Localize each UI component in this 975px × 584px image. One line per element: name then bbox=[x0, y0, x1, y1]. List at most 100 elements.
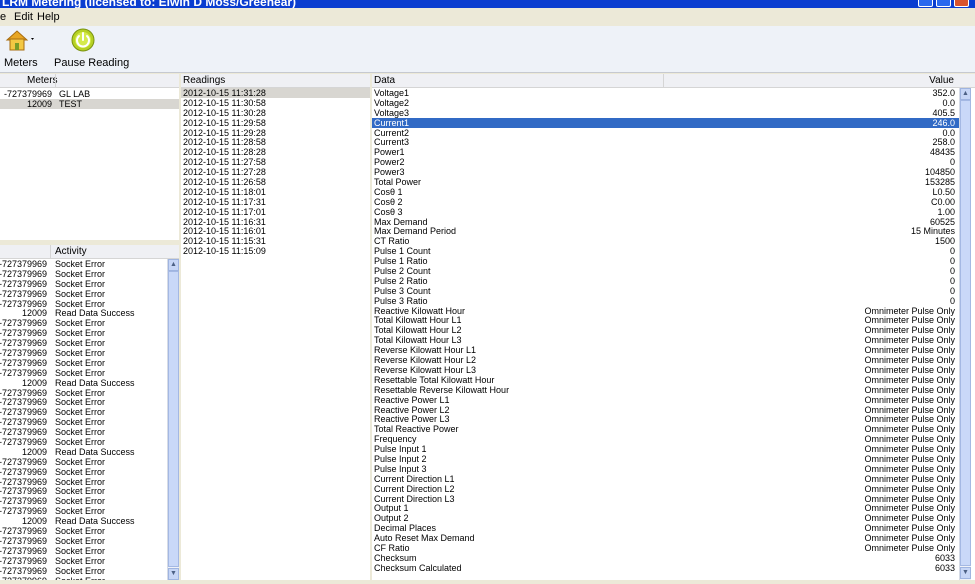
data-header-label[interactable]: Data bbox=[374, 74, 395, 87]
data-row[interactable]: Pulse 3 Count 0 bbox=[372, 286, 959, 296]
data-row[interactable]: Pulse 3 Ratio 0 bbox=[372, 296, 959, 306]
activity-row[interactable]: -727379969 Socket Error bbox=[0, 358, 167, 368]
data-row[interactable]: Total Kilowatt Hour L3 Omnimeter Pulse On… bbox=[372, 335, 959, 345]
minimize-button[interactable] bbox=[918, 0, 933, 7]
activity-row[interactable]: -727379969 Socket Error bbox=[0, 477, 167, 487]
activity-row[interactable]: -727379969 Socket Error bbox=[0, 318, 167, 328]
data-row[interactable]: Total Kilowatt Hour L1 Omnimeter Pulse On… bbox=[372, 315, 959, 325]
data-row[interactable]: Reverse Kilowatt Hour L1 Omnimeter Pulse … bbox=[372, 345, 959, 355]
data-row[interactable]: Reverse Kilowatt Hour L3 Omnimeter Pulse … bbox=[372, 365, 959, 375]
menu-file[interactable]: e bbox=[0, 11, 6, 23]
menu-help[interactable]: Help bbox=[37, 11, 60, 23]
activity-row[interactable]: -727379969 Socket Error bbox=[0, 348, 167, 358]
reading-row[interactable]: 2012-10-15 11:30:28 bbox=[181, 108, 370, 118]
data-row[interactable]: Checksum Calculated 6033 bbox=[372, 563, 959, 573]
reading-row[interactable]: 2012-10-15 11:16:31 bbox=[181, 217, 370, 227]
data-row[interactable]: Output 1 Omnimeter Pulse Only bbox=[372, 503, 959, 513]
scroll-down-icon[interactable]: ▼ bbox=[960, 567, 971, 579]
data-row[interactable]: Output 2 Omnimeter Pulse Only bbox=[372, 513, 959, 523]
activity-row[interactable]: 12009 Read Data Success bbox=[0, 447, 167, 457]
data-row-selected[interactable]: Current1 246.0 bbox=[372, 117, 959, 128]
activity-row[interactable]: -727379969 Socket Error bbox=[0, 368, 167, 378]
activity-row[interactable]: -727379969 Socket Error bbox=[0, 279, 167, 289]
data-row[interactable]: Checksum 6033 bbox=[372, 553, 959, 563]
reading-row[interactable]: 2012-10-15 11:29:58 bbox=[181, 118, 370, 128]
value-header-label[interactable]: Value bbox=[663, 74, 956, 88]
activity-row[interactable]: -727379969 Socket Error bbox=[0, 506, 167, 516]
activity-row[interactable]: -727379969 Socket Error bbox=[0, 457, 167, 467]
activity-row[interactable]: -727379969 Socket Error bbox=[0, 417, 167, 427]
activity-row[interactable]: -727379969 Socket Error bbox=[0, 397, 167, 407]
data-row[interactable]: Voltage3 405.5 bbox=[372, 108, 959, 118]
activity-row[interactable]: -727379969 Socket Error bbox=[0, 546, 167, 556]
data-row[interactable]: Current3 258.0 bbox=[372, 137, 959, 147]
close-button[interactable] bbox=[954, 0, 969, 7]
activity-row[interactable]: -727379969 Socket Error bbox=[0, 566, 167, 576]
data-row[interactable]: Resettable Total Kilowatt Hour Omnimeter … bbox=[372, 375, 959, 385]
activity-row[interactable]: 12009 Read Data Success bbox=[0, 308, 167, 318]
data-row[interactable]: Reverse Kilowatt Hour L2 Omnimeter Pulse … bbox=[372, 355, 959, 365]
activity-row[interactable]: -727379969 Socket Error bbox=[0, 427, 167, 437]
data-row[interactable]: Pulse 1 Count 0 bbox=[372, 246, 959, 256]
data-row[interactable]: Pulse Input 1 Omnimeter Pulse Only bbox=[372, 444, 959, 454]
activity-row[interactable]: -727379969 Socket Error bbox=[0, 338, 167, 348]
reading-row[interactable]: 2012-10-15 11:28:28 bbox=[181, 147, 370, 157]
reading-row[interactable]: 2012-10-15 11:27:28 bbox=[181, 167, 370, 177]
data-row[interactable]: Reactive Power L2 Omnimeter Pulse Only bbox=[372, 405, 959, 415]
data-row[interactable]: Resettable Reverse Kilowatt Hour Omnimete… bbox=[372, 385, 959, 395]
data-row[interactable]: Current Direction L2 Omnimeter Pulse Only bbox=[372, 484, 959, 494]
activity-row[interactable]: -727379969 Socket Error bbox=[0, 269, 167, 279]
scroll-up-icon[interactable]: ▲ bbox=[168, 259, 179, 271]
activity-row[interactable]: -727379969 Socket Error bbox=[0, 289, 167, 299]
data-row[interactable]: Cosθ 2 C0.00 bbox=[372, 197, 959, 207]
reading-row[interactable]: 2012-10-15 11:17:31 bbox=[181, 197, 370, 207]
scroll-thumb[interactable] bbox=[960, 100, 971, 566]
activity-row[interactable]: -727379969 Socket Error bbox=[0, 486, 167, 496]
activity-row[interactable]: -727379969 Socket Error bbox=[0, 259, 167, 269]
data-row[interactable]: Reactive Power L3 Omnimeter Pulse Only bbox=[372, 414, 959, 424]
activity-scrollbar[interactable]: ▲ ▼ bbox=[167, 259, 179, 580]
data-row[interactable]: Cosθ 1 L0.50 bbox=[372, 187, 959, 197]
activity-row[interactable]: -727379969 Socket Error bbox=[0, 496, 167, 506]
reading-row[interactable]: 2012-10-15 11:18:01 bbox=[181, 187, 370, 197]
activity-header-label[interactable]: Activity bbox=[50, 245, 87, 259]
data-row[interactable]: CF Ratio Omnimeter Pulse Only bbox=[372, 543, 959, 553]
menu-edit[interactable]: Edit bbox=[14, 11, 33, 23]
reading-row[interactable]: 2012-10-15 11:17:01 bbox=[181, 207, 370, 217]
meters-header-label[interactable]: Meters bbox=[27, 74, 58, 87]
meters-header-name[interactable] bbox=[55, 74, 56, 88]
activity-row[interactable]: -727379969 Socket Error bbox=[0, 526, 167, 536]
data-row[interactable]: Power1 48435 bbox=[372, 147, 959, 157]
data-row[interactable]: Current2 0.0 bbox=[372, 128, 959, 138]
scroll-thumb[interactable] bbox=[168, 271, 179, 567]
data-row[interactable]: Current Direction L3 Omnimeter Pulse Only bbox=[372, 494, 959, 504]
data-row[interactable]: Total Reactive Power Omnimeter Pulse Only bbox=[372, 424, 959, 434]
reading-row[interactable]: 2012-10-15 11:15:31 bbox=[181, 236, 370, 246]
activity-row[interactable]: -727379969 Socket Error bbox=[0, 576, 167, 581]
data-row[interactable]: Voltage2 0.0 bbox=[372, 98, 959, 108]
reading-row[interactable]: 2012-10-15 11:15:09 bbox=[181, 246, 370, 256]
data-row[interactable]: Max Demand 60525 bbox=[372, 217, 959, 227]
reading-row[interactable]: 2012-10-15 11:27:58 bbox=[181, 157, 370, 167]
activity-row[interactable]: -727379969 Socket Error bbox=[0, 536, 167, 546]
activity-row[interactable]: -727379969 Socket Error bbox=[0, 407, 167, 417]
data-row[interactable]: Pulse Input 2 Omnimeter Pulse Only bbox=[372, 454, 959, 464]
data-row[interactable]: Voltage1 352.0 bbox=[372, 88, 959, 98]
data-row[interactable]: Reactive Power L1 Omnimeter Pulse Only bbox=[372, 395, 959, 405]
data-row[interactable]: Pulse 2 Count 0 bbox=[372, 266, 959, 276]
data-row[interactable]: CT Ratio 1500 bbox=[372, 236, 959, 246]
data-row[interactable]: Total Power 153285 bbox=[372, 177, 959, 187]
reading-row[interactable]: 2012-10-15 11:16:01 bbox=[181, 226, 370, 236]
reading-row[interactable]: 2012-10-15 11:26:58 bbox=[181, 177, 370, 187]
activity-row[interactable]: -727379969 Socket Error bbox=[0, 556, 167, 566]
meter-row[interactable]: -727379969 GL LAB bbox=[0, 89, 179, 99]
data-row[interactable]: Cosθ 3 1.00 bbox=[372, 207, 959, 217]
data-scrollbar[interactable]: ▲ ▼ bbox=[959, 88, 971, 580]
data-row[interactable]: Max Demand Period 15 Minutes bbox=[372, 226, 959, 236]
pause-reading-button[interactable]: Pause Reading bbox=[54, 28, 129, 69]
data-row[interactable]: Power3 104850 bbox=[372, 167, 959, 177]
reading-row-selected[interactable]: 2012-10-15 11:31:28 bbox=[181, 88, 370, 98]
data-row[interactable]: Current Direction L1 Omnimeter Pulse Only bbox=[372, 474, 959, 484]
data-row[interactable]: Pulse 2 Ratio 0 bbox=[372, 276, 959, 286]
data-row[interactable]: Reactive Kilowatt Hour Omnimeter Pulse On… bbox=[372, 306, 959, 316]
